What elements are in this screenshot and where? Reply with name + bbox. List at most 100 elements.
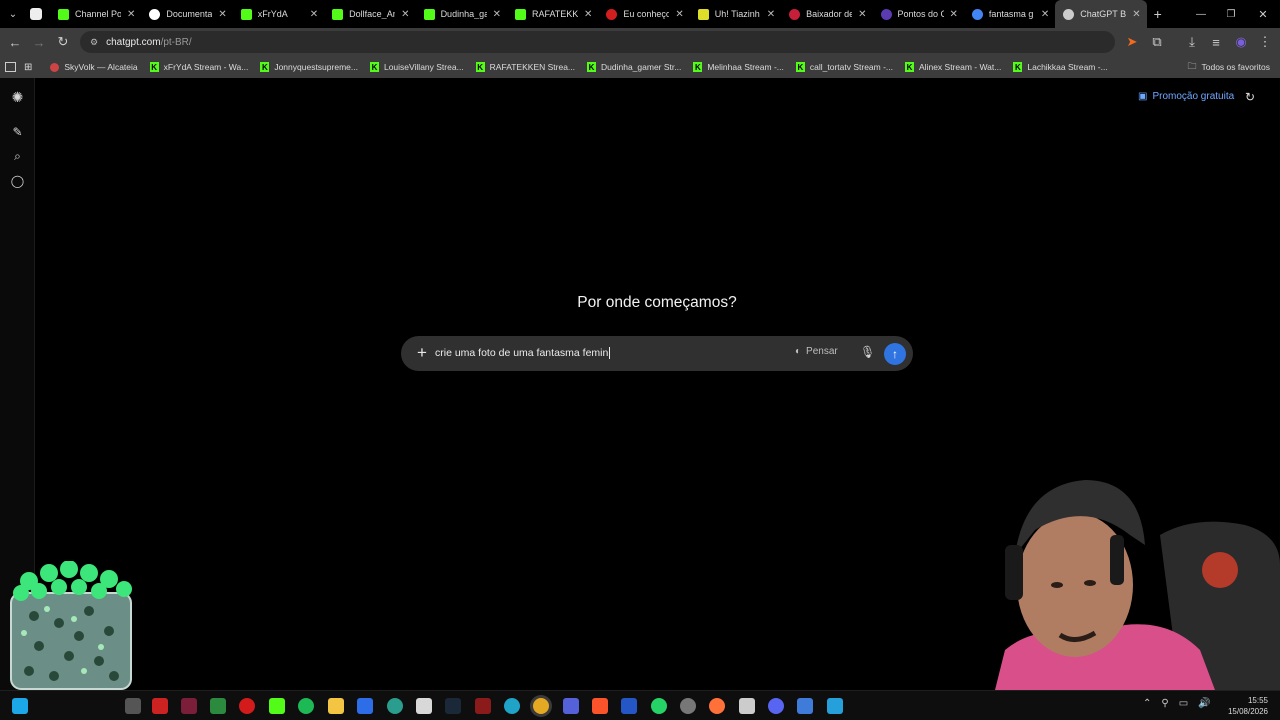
prompt-composer[interactable]: + crie uma foto de uma fantasma femin ◐ … bbox=[401, 336, 913, 371]
taskbar-app-icon[interactable] bbox=[125, 698, 141, 714]
tab-close-icon[interactable]: ✕ bbox=[1041, 9, 1049, 20]
tab-close-icon[interactable]: ✕ bbox=[310, 9, 318, 20]
webcam-overlay-streamer bbox=[995, 475, 1280, 690]
taskbar-app-icon[interactable] bbox=[210, 698, 226, 714]
tab-close-icon[interactable]: ✕ bbox=[584, 9, 592, 20]
taskbar-app-icon[interactable] bbox=[387, 698, 403, 714]
search-icon[interactable]: ⌕ bbox=[10, 149, 25, 164]
tab-close-icon[interactable]: ✕ bbox=[767, 9, 775, 20]
new-tab-button[interactable]: + bbox=[1147, 6, 1169, 22]
browser-tab[interactable]: Dollface_An ✕ bbox=[324, 0, 415, 28]
tab-close-icon[interactable]: ✕ bbox=[127, 9, 135, 20]
browser-tab[interactable]: ChatGPT Br ✕ bbox=[1055, 0, 1147, 28]
all-bookmarks-folder[interactable]: 🗀 Todos os favoritos bbox=[1181, 59, 1276, 75]
usb-icon[interactable]: ⚲ bbox=[1161, 698, 1168, 709]
brave-icon[interactable] bbox=[592, 698, 608, 714]
tab-strip: ⌄ Channel Po ✕ Documenta ✕ xFrYdA ✕ Dollface_A… bbox=[0, 0, 1280, 28]
close-window-button[interactable]: ✕ bbox=[1246, 8, 1280, 21]
bookmark-item[interactable]: KxFrYdA Stream - Wa... bbox=[144, 62, 255, 72]
taskbar-app-icon[interactable] bbox=[621, 698, 637, 714]
apps-grid-icon[interactable]: ⊞ bbox=[24, 62, 32, 73]
bookmark-item[interactable]: K LouiseVillany Strea... bbox=[364, 62, 470, 72]
profile-avatar-icon[interactable]: ◉ bbox=[1229, 30, 1253, 54]
tab-close-icon[interactable]: ✕ bbox=[401, 9, 409, 20]
bookmark-item[interactable]: K RAFATEKKEN Strea... bbox=[470, 62, 581, 72]
browser-menu-icon[interactable]: ⋮ bbox=[1253, 30, 1277, 54]
taskbar-app-icon[interactable] bbox=[181, 698, 197, 714]
browser-tab[interactable]: Pontos do C ✕ bbox=[873, 0, 964, 28]
promo-link[interactable]: ▣ Promoção gratuita bbox=[1138, 91, 1234, 102]
monitor-icon[interactable]: ▭ bbox=[1179, 698, 1188, 709]
downloads-icon[interactable]: ⤓ bbox=[1180, 30, 1204, 54]
taskbar-app-icon[interactable] bbox=[797, 698, 813, 714]
start-icon[interactable] bbox=[12, 698, 28, 714]
taskbar-app-icon[interactable] bbox=[152, 698, 168, 714]
tab-close-icon[interactable]: ✕ bbox=[675, 9, 683, 20]
browser-tab[interactable]: Uh! Tiazinh ✕ bbox=[690, 0, 781, 28]
bookmark-item[interactable]: Kcall_tortatv Stream -... bbox=[790, 62, 899, 72]
taskbar-app-icon[interactable] bbox=[739, 698, 755, 714]
browser-tab[interactable]: fantasma g ✕ bbox=[964, 0, 1055, 28]
bookmark-item[interactable]: K Alinex Stream - Wat... bbox=[899, 62, 1007, 72]
tab-close-icon[interactable]: ✕ bbox=[858, 9, 866, 20]
edge-icon[interactable] bbox=[504, 698, 520, 714]
taskbar-app-icon[interactable] bbox=[563, 698, 579, 714]
volume-icon[interactable]: 🔊 bbox=[1198, 698, 1210, 709]
profile-tab-icon[interactable] bbox=[30, 8, 42, 20]
bookmark-item[interactable]: K Lachikkaa Stream -... bbox=[1007, 62, 1113, 72]
taskbar-app-icon[interactable] bbox=[475, 698, 491, 714]
clock[interactable]: 15:55 15/08/2026 bbox=[1228, 695, 1268, 717]
whatsapp-icon[interactable] bbox=[651, 698, 667, 714]
bookmark-item[interactable]: K Melinhaa Stream -... bbox=[687, 62, 790, 72]
forward-icon[interactable]: → bbox=[27, 30, 51, 54]
prompt-input[interactable]: crie uma foto de uma fantasma femin bbox=[435, 347, 611, 360]
sidebar-toggle-icon[interactable] bbox=[5, 62, 16, 72]
media-control-icon[interactable]: ≡ bbox=[1204, 30, 1228, 54]
tab-close-icon[interactable]: ✕ bbox=[218, 9, 226, 20]
send-button[interactable]: ↑ bbox=[884, 343, 906, 365]
tab-search-chevron-icon[interactable]: ⌄ bbox=[0, 2, 26, 26]
browser-tab[interactable]: Dudinha_ga ✕ bbox=[416, 0, 507, 28]
tab-close-icon[interactable]: ✕ bbox=[1132, 9, 1140, 20]
taskbar-app-icon[interactable] bbox=[680, 698, 696, 714]
chat-bubble-icon[interactable]: ◯ bbox=[10, 173, 25, 188]
bookmark-item[interactable]: K Dudinha_gamer Str... bbox=[581, 62, 687, 72]
taskbar-app-icon[interactable] bbox=[239, 698, 255, 714]
temporary-chat-icon[interactable]: ↻ bbox=[1245, 90, 1255, 104]
tab-close-icon[interactable]: ✕ bbox=[493, 9, 501, 20]
microphone-icon[interactable]: 🎙 bbox=[860, 345, 875, 361]
tab-close-icon[interactable]: ✕ bbox=[950, 9, 958, 20]
chrome-icon[interactable] bbox=[533, 698, 549, 714]
browser-tab[interactable]: RAFATEKKE ✕ bbox=[507, 0, 598, 28]
tab-title: Documenta bbox=[166, 9, 213, 19]
back-icon[interactable]: ← bbox=[3, 30, 27, 54]
attach-plus-icon[interactable]: + bbox=[413, 344, 431, 362]
discord-icon[interactable] bbox=[768, 698, 784, 714]
extensions-puzzle-icon[interactable]: ⧉ bbox=[1145, 30, 1169, 54]
taskbar-app-icon[interactable] bbox=[269, 698, 285, 714]
firefox-icon[interactable] bbox=[709, 698, 725, 714]
bookmark-item[interactable]: SkyVolk — Alcateia bbox=[44, 62, 143, 72]
file-explorer-icon[interactable] bbox=[328, 698, 344, 714]
browser-tab[interactable]: Channel Po ✕ bbox=[50, 0, 141, 28]
minimize-button[interactable]: — bbox=[1186, 9, 1216, 20]
think-button[interactable]: ◐ Pensar bbox=[795, 346, 838, 357]
site-info-icon[interactable]: ⚙ bbox=[90, 37, 98, 48]
chevron-up-icon[interactable]: ⌃ bbox=[1143, 698, 1151, 709]
browser-tab[interactable]: xFrYdA ✕ bbox=[233, 0, 324, 28]
taskbar-app-icon[interactable] bbox=[357, 698, 373, 714]
extension-orange-icon[interactable]: ➤ bbox=[1120, 30, 1144, 54]
openai-logo-icon[interactable]: ✺ bbox=[10, 89, 25, 105]
taskbar-app-icon[interactable] bbox=[827, 698, 843, 714]
browser-tab[interactable]: Baixador de ✕ bbox=[781, 0, 872, 28]
new-chat-icon[interactable]: ✎ bbox=[10, 124, 25, 139]
browser-tab[interactable]: Eu conheço ✕ bbox=[598, 0, 689, 28]
bookmark-item[interactable]: K Jonnyquestsupreme... bbox=[254, 62, 364, 72]
spotify-icon[interactable] bbox=[298, 698, 314, 714]
restore-button[interactable]: ❐ bbox=[1216, 9, 1246, 20]
store-icon[interactable] bbox=[416, 698, 432, 714]
browser-tab[interactable]: Documenta ✕ bbox=[141, 0, 232, 28]
address-bar[interactable]: ⚙ chatgpt.com /pt-BR/ bbox=[80, 31, 1115, 53]
steam-icon[interactable] bbox=[445, 698, 461, 714]
reload-icon[interactable]: ↻ bbox=[51, 30, 75, 54]
